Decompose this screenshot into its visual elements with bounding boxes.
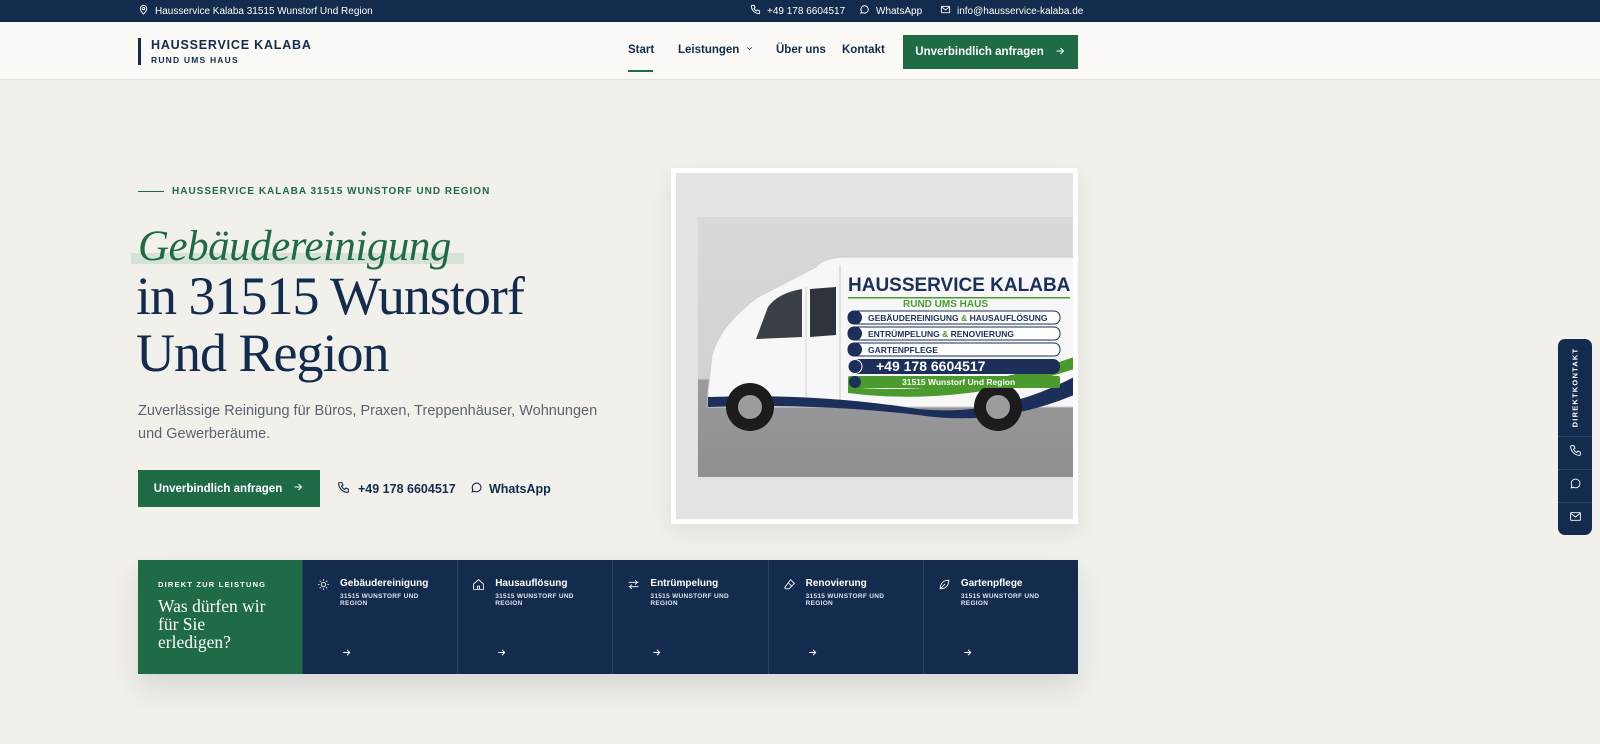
hero-image: HAUSSERVICE KALABA RUND UMS HAUS GEBÄUDE… (676, 173, 1073, 519)
nav-start[interactable]: Start (628, 44, 654, 56)
topbar-whatsapp-link[interactable]: WhatsApp (859, 0, 922, 22)
topbar-phone-link[interactable]: +49 178 6604517 (750, 0, 845, 22)
phone-icon (750, 4, 761, 18)
house-icon (472, 578, 485, 591)
hero-whatsapp-link[interactable]: WhatsApp (470, 481, 551, 497)
van-service-3: GARTENPFLEGE (868, 345, 938, 355)
service-location: 31515 WUNSTORF UND REGION (650, 593, 730, 607)
logo-subtitle: RUND UMS HAUS (151, 55, 239, 65)
van-phone: +49 178 6604517 (876, 358, 986, 374)
services-strip: DIREKT ZUR LEISTUNG Was dürfen wir für S… (138, 560, 1079, 674)
side-contact-label: DIREKTKONTAKT (1558, 339, 1592, 435)
services-eyebrow: DIREKT ZUR LEISTUNG (158, 580, 267, 589)
hero-cta-label: Unverbindlich anfragen (153, 482, 283, 495)
van-subtitle: RUND UMS HAUS (903, 299, 988, 310)
service-name: Entrümpelung (650, 578, 719, 589)
topbar-email-link[interactable]: info@hausservice-kalaba.de (940, 0, 1083, 22)
van-service-2a: ENTRÜMPELUNG (868, 329, 940, 339)
van-location: 31515 Wunstorf Und Region (902, 377, 1015, 387)
hero-whatsapp-text: WhatsApp (489, 482, 551, 496)
hero-title-italic: Gebäudereinigung (138, 223, 451, 270)
van-photo: HAUSSERVICE KALABA RUND UMS HAUS GEBÄUDE… (698, 217, 1073, 477)
services-question: Was dürfen wir für Sie erledigen? (158, 596, 266, 652)
nav-ueber-uns[interactable]: Über uns (776, 44, 826, 56)
service-name: Hausauflösung (495, 578, 568, 589)
arrow-right-icon (962, 645, 973, 663)
van-service-1b: HAUSAUFLÖSUNG (970, 313, 1048, 323)
van-amp-1: & (961, 313, 967, 323)
topbar-phone-text: +49 178 6604517 (767, 5, 846, 17)
service-card-entruempelung[interactable]: Entrümpelung 31515 WUNSTORF UND REGION (612, 560, 768, 674)
leaf-icon (938, 578, 951, 591)
phone-icon (1569, 444, 1582, 462)
hero-title: in 31515 Wunstorf Und Region (136, 266, 525, 383)
hero-eyebrow: HAUSSERVICE KALABA 31515 WUNSTORF UND RE… (138, 186, 490, 197)
nav-active-indicator (628, 70, 653, 72)
mail-icon (1569, 510, 1582, 528)
nav-leistungen-label: Leistungen (678, 44, 740, 56)
topbar-whatsapp-text: WhatsApp (876, 5, 923, 17)
whatsapp-icon (859, 4, 870, 18)
sliders-icon (627, 578, 640, 591)
service-card-hausaufloesung[interactable]: Hausauflösung 31515 WUNSTORF UND REGION (457, 560, 613, 674)
svg-text:GEBÄUDEREINIGUNG & HAUSAUFLÖSU: GEBÄUDEREINIGUNG & HAUSAUFLÖSUNG (868, 313, 1048, 323)
topbar-address: Hausservice Kalaba 31515 Wunstorf Und Re… (138, 0, 373, 22)
service-location: 31515 WUNSTORF UND REGION (495, 593, 574, 607)
logo[interactable]: HAUSSERVICE KALABA RUND UMS HAUS (138, 38, 312, 65)
chevron-down-icon (745, 44, 754, 56)
side-contact-widget: DIREKTKONTAKT (1558, 339, 1592, 535)
eraser-icon (783, 578, 796, 591)
header-cta-button[interactable]: Unverbindlich anfragen (903, 35, 1078, 69)
top-bar: Hausservice Kalaba 31515 Wunstorf Und Re… (0, 0, 1600, 22)
service-card-gartenpflege[interactable]: Gartenpflege 31515 WUNSTORF UND REGION (922, 560, 1079, 674)
side-whatsapp-button[interactable] (1558, 469, 1592, 502)
van-illustration: HAUSSERVICE KALABA RUND UMS HAUS GEBÄUDE… (707, 256, 1073, 431)
arrow-right-icon (1054, 45, 1066, 60)
nav-kontakt[interactable]: Kontakt (842, 44, 885, 56)
topbar-email-text: info@hausservice-kalaba.de (957, 5, 1084, 17)
site-header: HAUSSERVICE KALABA RUND UMS HAUS Start L… (0, 22, 1600, 80)
arrow-right-icon (292, 481, 304, 496)
hero-title-line-2: Und Region (136, 323, 389, 383)
service-card-gebaeudereinigung[interactable]: Gebäudereinigung 31515 WUNSTORF UND REGI… (302, 560, 458, 674)
hero-description: Zuverlässige Reinigung für Büros, Praxen… (138, 403, 598, 442)
service-name: Renovierung (805, 578, 867, 589)
van-title: HAUSSERVICE KALABA (848, 275, 1071, 296)
arrow-right-icon (341, 645, 352, 663)
map-pin-icon (138, 4, 149, 18)
hero-eyebrow-text: HAUSSERVICE KALABA 31515 WUNSTORF UND RE… (172, 186, 491, 197)
logo-title: HAUSSERVICE KALABA (151, 38, 312, 52)
arrow-right-icon (496, 645, 507, 663)
sun-icon (317, 578, 330, 591)
service-location: 31515 WUNSTORF UND REGION (960, 593, 1040, 607)
hero-phone-text: +49 178 6604517 (358, 482, 456, 496)
service-name: Gartenpflege (960, 578, 1023, 589)
whatsapp-icon (470, 481, 483, 497)
arrow-right-icon (807, 645, 818, 663)
van-service-2b: RENOVIERUNG (951, 329, 1015, 339)
phone-icon (337, 481, 350, 497)
hero-image-frame: HAUSSERVICE KALABA RUND UMS HAUS GEBÄUDE… (671, 168, 1078, 524)
services-intro: DIREKT ZUR LEISTUNG Was dürfen wir für S… (138, 560, 302, 674)
side-contact-label-text: DIREKTKONTAKT (1570, 347, 1580, 427)
whatsapp-icon (1569, 477, 1582, 495)
mail-icon (940, 4, 951, 18)
side-email-button[interactable] (1558, 502, 1592, 535)
van-service-1a: GEBÄUDEREINIGUNG (868, 313, 959, 323)
service-name: Gebäudereinigung (340, 578, 429, 589)
van-amp-2: & (942, 329, 948, 339)
topbar-address-text: Hausservice Kalaba 31515 Wunstorf Und Re… (155, 5, 373, 17)
hero-cta-button[interactable]: Unverbindlich anfragen (138, 470, 320, 507)
hero-title-line-1: in 31515 Wunstorf (136, 266, 525, 326)
arrow-right-icon (651, 645, 662, 663)
svg-text:ENTRÜMPELUNG & RENOVIERUNG: ENTRÜMPELUNG & RENOVIERUNG (868, 329, 1014, 339)
hero-phone-link[interactable]: +49 178 6604517 (337, 481, 456, 497)
side-phone-button[interactable] (1558, 436, 1592, 469)
service-location: 31515 WUNSTORF UND REGION (340, 593, 419, 607)
header-cta-label: Unverbindlich anfragen (915, 46, 1044, 58)
service-card-renovierung[interactable]: Renovierung 31515 WUNSTORF UND REGION (767, 560, 923, 674)
nav-leistungen[interactable]: Leistungen (678, 44, 754, 56)
service-location: 31515 WUNSTORF UND REGION (805, 593, 885, 607)
eyebrow-line (138, 191, 164, 192)
